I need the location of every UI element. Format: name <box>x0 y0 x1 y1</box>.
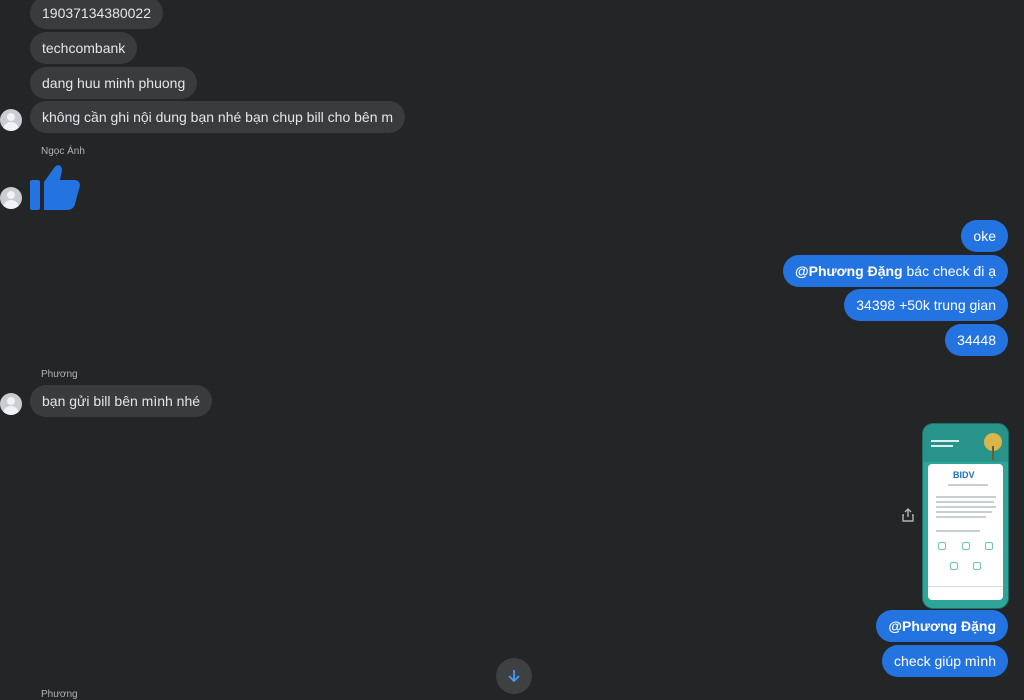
message-text: dang huu minh phuong <box>42 75 186 91</box>
message-text: check giúp mình <box>894 653 996 669</box>
avatar[interactable] <box>0 393 22 415</box>
sender-name: Ngọc Ánh <box>41 146 85 157</box>
message-bubble[interactable]: bạn gửi bill bên mình nhé <box>30 385 213 417</box>
message-text: techcombank <box>42 40 126 56</box>
mention-link[interactable]: @Phương Đặng <box>888 618 996 634</box>
receipt-button <box>928 586 1003 597</box>
banner-image <box>923 424 1008 462</box>
message-text: không cần ghi nội dung bạn nhé bạn chụp … <box>42 109 394 125</box>
avatar[interactable] <box>0 109 22 131</box>
message-text: 19037134380022 <box>42 5 152 21</box>
message-bubble[interactable]: 34398 +50k trung gian <box>844 289 1008 321</box>
message-text: bạn gửi bill bên mình nhé <box>42 393 201 409</box>
message-bubble[interactable]: 19037134380022 <box>30 0 164 29</box>
receipt-card: BIDV <box>928 464 1003 600</box>
share-icon[interactable] <box>900 507 916 523</box>
bank-logo: BIDV <box>953 470 975 480</box>
message-bubble[interactable]: oke <box>961 220 1008 252</box>
receipt-screenshot-image[interactable]: BIDV <box>923 424 1008 608</box>
arrow-down-icon <box>508 670 520 683</box>
sender-name: Phương <box>41 689 78 700</box>
avatar[interactable] <box>0 187 22 209</box>
scroll-to-bottom-button[interactable] <box>496 658 532 694</box>
mention-link[interactable]: @Phương Đặng <box>795 263 903 279</box>
message-bubble[interactable]: check giúp mình <box>882 645 1008 677</box>
message-text: 34448 <box>957 332 996 348</box>
message-bubble[interactable]: dang huu minh phuong <box>30 67 198 99</box>
message-bubble[interactable]: không cần ghi nội dung bạn nhé bạn chụp … <box>30 101 406 133</box>
message-bubble[interactable]: @Phương Đặng bác check đi ạ <box>782 255 1008 287</box>
thumbs-up-icon[interactable] <box>30 160 82 212</box>
message-bubble[interactable]: 34448 <box>945 324 1008 356</box>
message-text: bác check đi ạ <box>902 263 996 279</box>
sender-name: Phương <box>41 369 78 380</box>
tree-illustration-icon <box>931 433 1002 460</box>
message-bubble[interactable]: techcombank <box>30 32 138 64</box>
message-text: oke <box>973 228 996 244</box>
message-text: 34398 +50k trung gian <box>856 297 996 313</box>
message-bubble[interactable]: @Phương Đặng <box>876 610 1008 642</box>
